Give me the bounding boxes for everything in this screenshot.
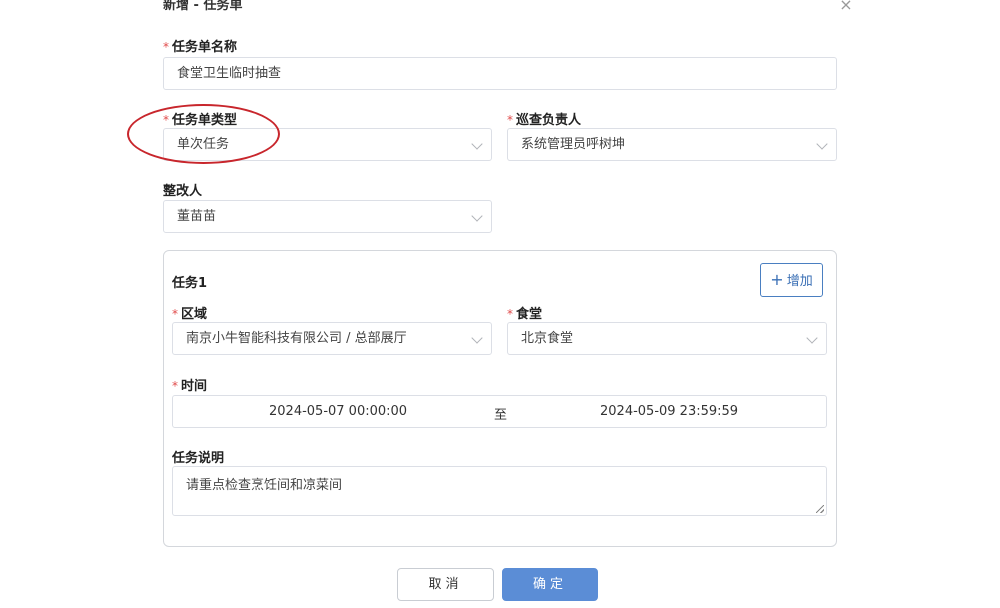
canteen-value: 北京食堂 — [521, 331, 574, 346]
canteen-select[interactable]: 北京食堂 — [507, 322, 827, 355]
required-mark: * — [163, 40, 169, 54]
task-name-input[interactable]: 食堂卫生临时抽查 — [163, 57, 837, 90]
start-date[interactable]: 2024-05-07 00:00:00 — [269, 404, 407, 419]
area-select[interactable]: 南京小牛智能科技有限公司 / 总部展厅 — [172, 322, 492, 355]
end-date[interactable]: 2024-05-09 23:59:59 — [600, 404, 738, 419]
chevron-down-icon — [471, 210, 483, 222]
date-range-picker[interactable]: 2024-05-07 00:00:00 至 2024-05-09 23:59:5… — [172, 395, 827, 428]
required-mark: * — [172, 379, 178, 393]
highlight-circle — [127, 104, 280, 164]
inspector-select[interactable]: 系统管理员呼树坤 — [507, 128, 837, 161]
description-textarea[interactable]: 请重点检查烹饪间和凉菜间 — [172, 466, 827, 516]
rectifier-label: 整改人 — [163, 184, 203, 199]
date-separator: 至 — [494, 408, 508, 423]
chevron-down-icon — [806, 332, 818, 344]
close-icon[interactable]: × — [838, 0, 854, 13]
inspector-value: 系统管理员呼树坤 — [521, 137, 626, 152]
plus-icon: + — [770, 270, 784, 289]
area-value: 南京小牛智能科技有限公司 / 总部展厅 — [186, 331, 407, 346]
description-label: 任务说明 — [172, 451, 225, 466]
rectifier-select[interactable]: 董苗苗 — [163, 200, 492, 233]
chevron-down-icon — [471, 332, 483, 344]
time-label: * 时间 — [172, 379, 208, 394]
add-task-label: 增加 — [786, 274, 813, 289]
description-value: 请重点检查烹饪间和凉菜间 — [186, 478, 343, 493]
add-task-button[interactable]: + 增加 — [760, 263, 823, 297]
cancel-button[interactable]: 取消 — [397, 568, 494, 601]
chevron-down-icon — [471, 138, 483, 150]
task-title: 任务1 — [172, 276, 208, 291]
task-name-label: * 任务单名称 — [163, 40, 238, 55]
resize-handle-icon[interactable] — [816, 505, 824, 513]
canteen-label: * 食堂 — [507, 307, 543, 322]
area-label: * 区域 — [172, 307, 208, 322]
rectifier-value: 董苗苗 — [177, 209, 217, 224]
dialog-title: 新增 - 任务单 — [163, 0, 243, 13]
confirm-button[interactable]: 确定 — [502, 568, 598, 601]
chevron-down-icon — [816, 138, 828, 150]
inspector-label: * 巡查负责人 — [507, 113, 582, 128]
required-mark: * — [507, 307, 513, 321]
required-mark: * — [507, 113, 513, 127]
required-mark: * — [172, 307, 178, 321]
